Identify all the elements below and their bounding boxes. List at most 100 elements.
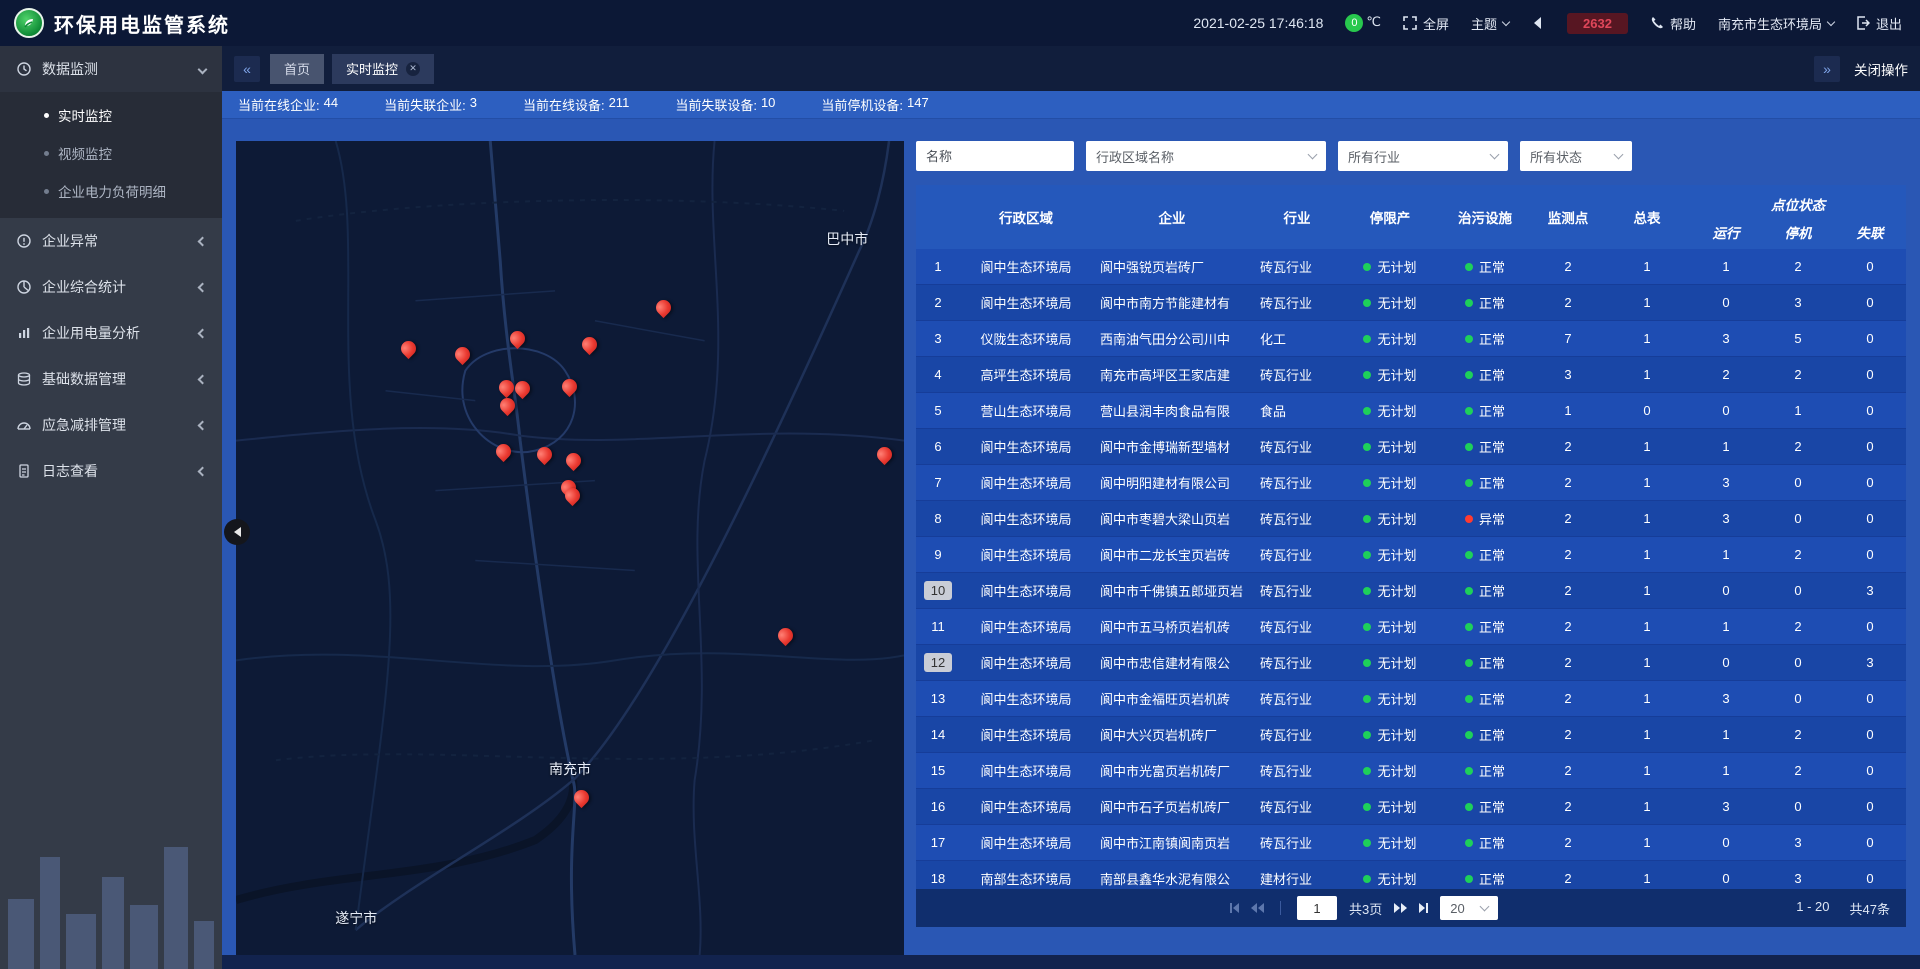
table-row[interactable]: 5营山生态环境局营山县润丰肉食品有限食品无计划正常10010	[916, 393, 1906, 429]
status-dot-icon	[1465, 335, 1473, 343]
next-page-button[interactable]	[1394, 903, 1407, 913]
last-page-button[interactable]	[1419, 903, 1428, 913]
status-dot-icon	[1465, 515, 1473, 523]
col-run[interactable]: 运行	[1690, 215, 1762, 249]
map-panel[interactable]: 巴中市南充市遂宁市	[236, 141, 904, 955]
table-row[interactable]: 3仪陇生态环境局西南油气田分公司川中化工无计划正常71350	[916, 321, 1906, 357]
page-size-select[interactable]: 20	[1440, 896, 1498, 920]
help-button[interactable]: 帮助	[1650, 14, 1696, 33]
status-dot-icon	[1465, 839, 1473, 847]
tab[interactable]: 首页	[270, 54, 324, 84]
cell-facility: 正常	[1438, 833, 1532, 852]
cell-meters: 1	[1604, 259, 1690, 274]
table-row[interactable]: 1阆中生态环境局阆中强锐页岩砖厂砖瓦行业无计划正常21120	[916, 249, 1906, 285]
cell-points: 2	[1532, 799, 1604, 814]
tabs-scroll-right-button[interactable]: »	[1814, 56, 1840, 82]
table-row[interactable]: 4高坪生态环境局南充市高坪区王家店建砖瓦行业无计划正常31220	[916, 357, 1906, 393]
cell-limit: 无计划	[1342, 329, 1438, 348]
cell-run: 0	[1690, 403, 1762, 418]
org-menu[interactable]: 南充市生态环境局	[1718, 14, 1834, 33]
table-row[interactable]: 13阆中生态环境局阆中市金福旺页岩机砖砖瓦行业无计划正常21300	[916, 681, 1906, 717]
cell-row-number: 6	[916, 439, 960, 454]
table-row[interactable]: 8阆中生态环境局阆中市枣碧大梁山页岩砖瓦行业无计划异常21300	[916, 501, 1906, 537]
sidebar-group-6[interactable]: 应急减排管理	[0, 402, 222, 448]
col-company[interactable]: 企业	[1092, 185, 1252, 249]
table-row[interactable]: 15阆中生态环境局阆中市光富页岩机砖厂砖瓦行业无计划正常21120	[916, 753, 1906, 789]
col-region[interactable]: 行政区域	[960, 185, 1092, 249]
status-dot-icon	[1465, 407, 1473, 415]
cell-row-number: 7	[916, 475, 960, 490]
cell-lost: 0	[1834, 547, 1906, 562]
col-points[interactable]: 监测点	[1532, 185, 1604, 249]
cell-meters: 1	[1604, 511, 1690, 526]
table-row[interactable]: 7阆中生态环境局阆中明阳建材有限公司砖瓦行业无计划正常21300	[916, 465, 1906, 501]
table-row[interactable]: 9阆中生态环境局阆中市二龙长宝页岩砖砖瓦行业无计划正常21120	[916, 537, 1906, 573]
status-dot-icon	[1363, 659, 1371, 667]
table-row[interactable]: 16阆中生态环境局阆中市石子页岩机砖厂砖瓦行业无计划正常21300	[916, 789, 1906, 825]
table-row[interactable]: 12阆中生态环境局阆中市忠信建材有限公砖瓦行业无计划正常21003	[916, 645, 1906, 681]
sidebar-group-2[interactable]: 企业异常	[0, 218, 222, 264]
industry-filter-select[interactable]: 所有行业	[1338, 141, 1508, 171]
theme-button[interactable]: 主题	[1471, 14, 1509, 33]
cell-facility: 正常	[1438, 401, 1532, 420]
region-filter-select[interactable]: 行政区域名称	[1086, 141, 1326, 171]
right-panel: 行政区域名称 所有行业 所有状态	[916, 141, 1906, 955]
status-dot-icon	[1363, 371, 1371, 379]
skyline-decoration	[0, 819, 222, 969]
table-row[interactable]: 10阆中生态环境局阆中市千佛镇五郎垭页岩砖瓦行业无计划正常21003	[916, 573, 1906, 609]
cell-limit: 无计划	[1342, 617, 1438, 636]
first-page-button[interactable]	[1230, 903, 1239, 913]
sidebar-group-1[interactable]: 数据监测	[0, 46, 222, 92]
col-industry[interactable]: 行业	[1252, 185, 1342, 249]
name-filter-input[interactable]	[916, 141, 1074, 171]
cell-region: 阆中生态环境局	[960, 581, 1092, 600]
status-filter-select[interactable]: 所有状态	[1520, 141, 1632, 171]
sidebar-group-7[interactable]: 日志查看	[0, 448, 222, 494]
cell-lost: 0	[1834, 475, 1906, 490]
col-facility[interactable]: 治污设施	[1438, 185, 1532, 249]
cell-run: 0	[1690, 583, 1762, 598]
city-label: 南充市	[549, 759, 591, 779]
fullscreen-button[interactable]: 全屏	[1403, 14, 1449, 33]
cell-row-number: 15	[916, 763, 960, 778]
close-operations-button[interactable]: 关闭操作	[1854, 59, 1908, 79]
table-row[interactable]: 14阆中生态环境局阆中大兴页岩机砖厂砖瓦行业无计划正常21120	[916, 717, 1906, 753]
sidebar-item[interactable]: 企业电力负荷明细	[0, 172, 222, 210]
cell-row-number: 11	[916, 619, 960, 634]
voice-mute-button[interactable]	[1531, 16, 1545, 30]
sidebar-group-5[interactable]: 基础数据管理	[0, 356, 222, 402]
tab[interactable]: 实时监控✕	[332, 54, 434, 84]
table-row[interactable]: 2阆中生态环境局阆中市南方节能建材有砖瓦行业无计划正常21030	[916, 285, 1906, 321]
table-row[interactable]: 18南部生态环境局南部县鑫华水泥有限公建材行业无计划正常21030	[916, 861, 1906, 889]
logout-button[interactable]: 退出	[1856, 14, 1902, 33]
collapse-map-button[interactable]	[224, 519, 250, 545]
col-meters[interactable]: 总表	[1604, 185, 1690, 249]
status-dot-icon	[1465, 659, 1473, 667]
table-row[interactable]: 17阆中生态环境局阆中市江南镇阆南页岩砖瓦行业无计划正常21030	[916, 825, 1906, 861]
page-number-input[interactable]	[1297, 896, 1337, 920]
cell-stop: 0	[1762, 691, 1834, 706]
cell-region: 阆中生态环境局	[960, 473, 1092, 492]
sidebar-menu: 数据监测实时监控视频监控企业电力负荷明细企业异常企业综合统计企业用电量分析基础数…	[0, 46, 222, 494]
chevron-left-icon	[198, 328, 208, 338]
cell-meters: 1	[1604, 835, 1690, 850]
cell-region: 仪陇生态环境局	[960, 329, 1092, 348]
sidebar-group-3[interactable]: 企业综合统计	[0, 264, 222, 310]
table-row[interactable]: 11阆中生态环境局阆中市五马桥页岩机砖砖瓦行业无计划正常21120	[916, 609, 1906, 645]
sidebar-item[interactable]: 实时监控	[0, 96, 222, 134]
prev-page-button[interactable]	[1251, 903, 1264, 913]
sidebar-group-4[interactable]: 企业用电量分析	[0, 310, 222, 356]
tabs-scroll-left-button[interactable]: «	[234, 56, 260, 82]
sidebar-item-label: 企业电力负荷明细	[58, 181, 166, 201]
table-row[interactable]: 6阆中生态环境局阆中市金博瑞新型墙材砖瓦行业无计划正常21120	[916, 429, 1906, 465]
tab-close-icon[interactable]: ✕	[406, 62, 420, 76]
cell-stop: 3	[1762, 835, 1834, 850]
col-stop[interactable]: 停机	[1762, 215, 1834, 249]
alert-count-badge[interactable]: 2632	[1567, 13, 1628, 34]
col-lost[interactable]: 失联	[1834, 215, 1906, 249]
logout-label: 退出	[1876, 14, 1902, 33]
col-limit[interactable]: 停限产	[1342, 185, 1438, 249]
sidebar-item[interactable]: 视频监控	[0, 134, 222, 172]
stat-item: 当前在线设备:211	[523, 95, 629, 114]
cell-company: 阆中市枣碧大梁山页岩	[1092, 509, 1252, 528]
